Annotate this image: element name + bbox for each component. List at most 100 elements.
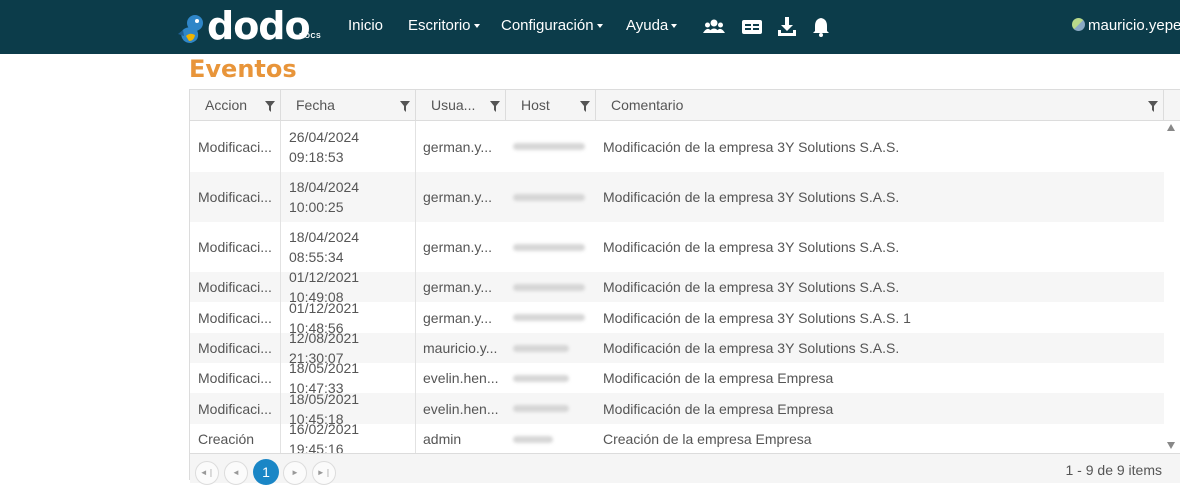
redacted-value <box>513 243 585 251</box>
nav-configuracion[interactable]: Configuración <box>501 17 603 34</box>
id-card-icon[interactable] <box>741 16 763 38</box>
column-header-fecha[interactable]: Fecha <box>281 90 416 121</box>
logo-subtext: DOCS <box>299 33 322 40</box>
chevron-down-icon <box>596 24 603 29</box>
previous-page-button[interactable]: ◄ <box>224 461 248 485</box>
filter-icon[interactable] <box>580 101 590 112</box>
nav-inicio[interactable]: Inicio <box>348 17 383 34</box>
redacted-value <box>513 314 585 321</box>
cell-comentario: Modificación de la empresa Empresa <box>603 370 834 386</box>
cell-accion: Modificaci... <box>190 172 281 222</box>
filter-icon[interactable] <box>400 101 410 112</box>
chevron-down-icon <box>473 24 480 29</box>
cell-host-redacted <box>506 121 596 172</box>
nav-inicio-label: Inicio <box>348 17 384 34</box>
cell-accion: Modificaci... <box>190 272 281 302</box>
events-grid: Accion Fecha Usua... Host Comentario Mod… <box>189 89 1180 485</box>
redacted-value <box>513 405 569 412</box>
cell-host-redacted <box>506 172 596 222</box>
table-row[interactable]: Modificaci... 18/05/2021 10:47:33 evelin… <box>190 363 1164 393</box>
next-page-button[interactable]: ► <box>283 461 307 485</box>
cell-usuario: german.y... <box>423 279 492 295</box>
filter-icon[interactable] <box>490 101 500 112</box>
username: mauricio.yepe <box>1088 17 1180 34</box>
last-page-icon: ►❘ <box>316 468 332 477</box>
user-menu[interactable]: mauricio.yepe <box>1072 17 1180 34</box>
cell-host-redacted <box>506 272 596 302</box>
page-title: Eventos <box>189 55 297 83</box>
table-row[interactable]: Modificaci... 01/12/2021 10:49:08 german… <box>190 272 1164 302</box>
cell-usuario: german.y... <box>423 239 492 255</box>
cell-fecha: 18/05/2021 10:45:18 <box>281 393 416 424</box>
users-icon[interactable] <box>703 16 725 38</box>
cell-host-redacted <box>506 424 596 454</box>
cell-comentario: Modificación de la empresa 3Y Solutions … <box>603 309 911 326</box>
first-page-button[interactable]: ◄❘ <box>195 461 219 485</box>
cell-fecha: 18/04/2024 08:55:34 <box>281 222 416 272</box>
bell-icon[interactable] <box>810 16 832 38</box>
first-page-icon: ◄❘ <box>199 468 215 477</box>
cell-usuario: evelin.hen... <box>423 400 499 417</box>
column-header-label: Comentario <box>611 97 684 113</box>
nav-ayuda[interactable]: Ayuda <box>626 17 678 34</box>
grid-header: Accion Fecha Usua... Host Comentario <box>190 90 1180 121</box>
cell-usuario: admin <box>423 431 462 447</box>
redacted-value <box>513 344 569 352</box>
cell-host-redacted <box>506 302 596 333</box>
table-row[interactable]: Modificaci... 18/05/2021 10:45:18 evelin… <box>190 393 1164 424</box>
chevron-down-icon <box>671 24 678 29</box>
cell-usuario: mauricio.y... <box>423 340 498 356</box>
cell-fecha: 01/12/2021 10:48:56 <box>281 302 416 333</box>
column-header-label: Host <box>521 97 550 113</box>
cell-accion: Modificaci... <box>190 302 281 333</box>
logo-text: dodo <box>207 4 311 48</box>
table-row[interactable]: Modificaci... 12/08/2021 21:30:07 mauric… <box>190 333 1164 363</box>
cell-comentario: Modificación de la empresa 3Y Solutions … <box>603 189 900 205</box>
download-icon[interactable] <box>776 16 798 38</box>
redacted-value <box>513 143 585 150</box>
cell-accion: Creación <box>190 424 281 454</box>
cell-host-redacted <box>506 393 596 424</box>
nav-configuracion-label: Configuración <box>501 17 594 34</box>
cell-usuario: german.y... <box>423 309 492 326</box>
pager-info: 1 - 9 de 9 items <box>1065 462 1163 478</box>
cell-fecha: 01/12/2021 10:49:08 <box>281 272 416 302</box>
table-row[interactable]: Modificaci... 18/04/2024 08:55:34 german… <box>190 222 1164 272</box>
cell-comentario: Modificación de la empresa 3Y Solutions … <box>603 138 900 155</box>
cell-comentario: Modificación de la empresa Empresa <box>603 400 834 417</box>
last-page-button[interactable]: ►❘ <box>312 461 336 485</box>
cell-fecha: 26/04/2024 09:18:53 <box>281 121 416 172</box>
cell-comentario: Modificación de la empresa 3Y Solutions … <box>603 340 900 356</box>
top-navigation-bar: dodo DOCS Inicio Escritorio Configuració… <box>0 0 1180 54</box>
cell-comentario: Modificación de la empresa 3Y Solutions … <box>603 239 900 255</box>
cell-accion: Modificaci... <box>190 333 281 363</box>
table-row[interactable]: Modificaci... 01/12/2021 10:48:56 german… <box>190 302 1164 333</box>
column-header-label: Fecha <box>296 97 335 113</box>
table-row[interactable]: Modificaci... 18/04/2024 10:00:25 german… <box>190 172 1164 222</box>
dodo-bird-icon <box>178 15 203 43</box>
cell-usuario: german.y... <box>423 138 492 155</box>
cell-usuario: evelin.hen... <box>423 370 499 386</box>
column-header-accion[interactable]: Accion <box>190 90 281 121</box>
scroll-down-arrow-icon[interactable] <box>1167 442 1175 449</box>
cell-comentario: Creación de la empresa Empresa <box>603 431 812 447</box>
cell-fecha: 16/02/2021 19:45:16 <box>281 424 416 454</box>
pager: ◄❘ ◄ 1 ► ►❘ 1 - 9 de 9 items <box>190 453 1180 485</box>
redacted-value <box>513 283 585 291</box>
table-row[interactable]: Creación 16/02/2021 19:45:16 admin Creac… <box>190 424 1164 454</box>
filter-icon[interactable] <box>1148 101 1158 112</box>
cell-host-redacted <box>506 363 596 393</box>
cell-host-redacted <box>506 333 596 363</box>
dodo-docs-logo[interactable]: dodo DOCS <box>175 4 325 48</box>
current-page-button[interactable]: 1 <box>253 459 279 485</box>
column-header-usuario[interactable]: Usua... <box>416 90 506 121</box>
redacted-value <box>513 435 553 443</box>
cell-fecha: 18/05/2021 10:47:33 <box>281 363 416 393</box>
table-row[interactable]: Modificaci... 26/04/2024 09:18:53 german… <box>190 121 1164 172</box>
filter-icon[interactable] <box>265 101 275 112</box>
scroll-up-arrow-icon[interactable] <box>1167 124 1175 131</box>
redacted-value <box>513 193 585 201</box>
column-header-comentario[interactable]: Comentario <box>596 90 1164 121</box>
nav-escritorio[interactable]: Escritorio <box>408 17 480 34</box>
column-header-host[interactable]: Host <box>506 90 596 121</box>
